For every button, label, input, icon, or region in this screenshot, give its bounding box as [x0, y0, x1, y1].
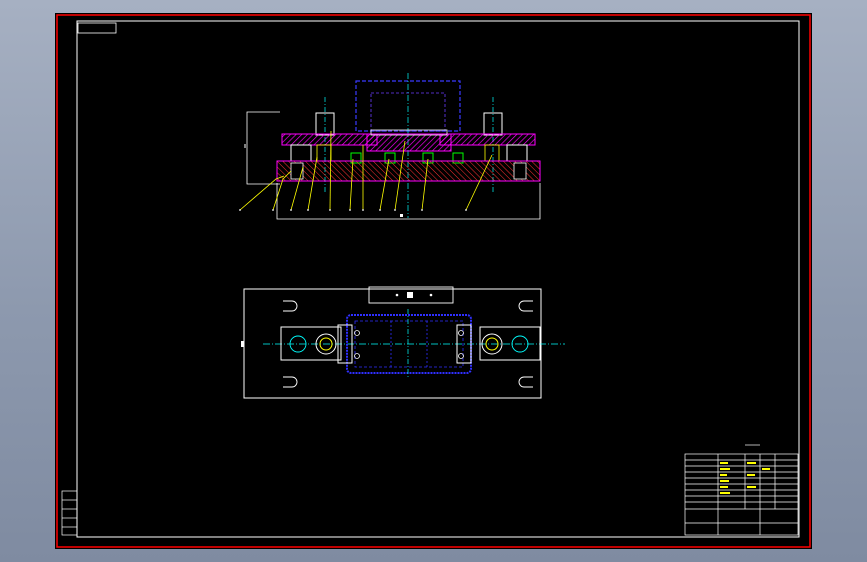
dimension-line-bottom	[276, 183, 541, 220]
base-slot-right	[513, 162, 527, 180]
center-support	[366, 133, 452, 152]
drawing-code-box	[77, 22, 117, 34]
title-block[interactable]	[684, 444, 799, 536]
mount-tab-left	[241, 341, 244, 347]
top-plan-view[interactable]	[241, 286, 565, 399]
left-clamp-plate	[281, 133, 378, 146]
dimension-line-left	[246, 111, 280, 185]
drawing-sheet	[56, 14, 811, 548]
right-clamp-plate	[439, 133, 536, 146]
left-spring	[316, 144, 332, 162]
leader-dots	[239, 209, 467, 211]
revision-block[interactable]	[61, 490, 78, 536]
base-slot-left	[290, 162, 304, 180]
dimension-mark	[400, 214, 403, 217]
front-section-view[interactable]	[239, 73, 541, 220]
left-nut	[290, 144, 312, 162]
right-spring	[484, 144, 500, 162]
parts-list-rows	[685, 459, 798, 503]
right-nut	[506, 144, 528, 162]
sheet-border-inner	[76, 20, 800, 538]
key-block-marks	[395, 292, 433, 298]
jaw-pins	[354, 330, 464, 359]
base-plate-outline	[243, 288, 542, 399]
cad-viewport[interactable]	[55, 13, 812, 549]
sheet-border-outer	[56, 14, 811, 548]
base-plate	[276, 160, 541, 182]
right-clamp-arm	[479, 326, 541, 361]
